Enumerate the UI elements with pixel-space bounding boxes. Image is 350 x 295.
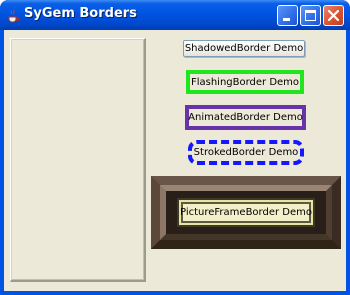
picture-frame-border-demo-button[interactable]: PictureFrameBorder Demo [177, 198, 315, 227]
close-icon [327, 9, 340, 22]
java-cup-icon [6, 8, 20, 23]
picture-frame-border: PictureFrameBorder Demo [151, 176, 341, 249]
window-content: ShadowedBorder Demo FlashingBorder Demo … [4, 30, 346, 291]
maximize-icon [305, 10, 316, 21]
close-button[interactable] [323, 5, 344, 26]
animated-border-demo-button[interactable]: AnimatedBorder Demo [185, 105, 306, 130]
title-bar[interactable]: SyGem Borders [0, 0, 350, 30]
minimize-button[interactable] [277, 5, 298, 26]
left-panel [10, 38, 146, 282]
minimize-icon [283, 18, 290, 21]
shadowed-border-demo-button[interactable]: ShadowedBorder Demo [183, 40, 305, 57]
window-title: SyGem Borders [24, 6, 137, 21]
stroked-border-demo-button[interactable]: StrokedBorder Demo [188, 140, 304, 165]
flashing-border-demo-button[interactable]: FlashingBorder Demo [186, 70, 304, 94]
app-window: SyGem Borders ShadowedBorder Demo Flashi… [0, 0, 350, 295]
maximize-button[interactable] [300, 5, 321, 26]
